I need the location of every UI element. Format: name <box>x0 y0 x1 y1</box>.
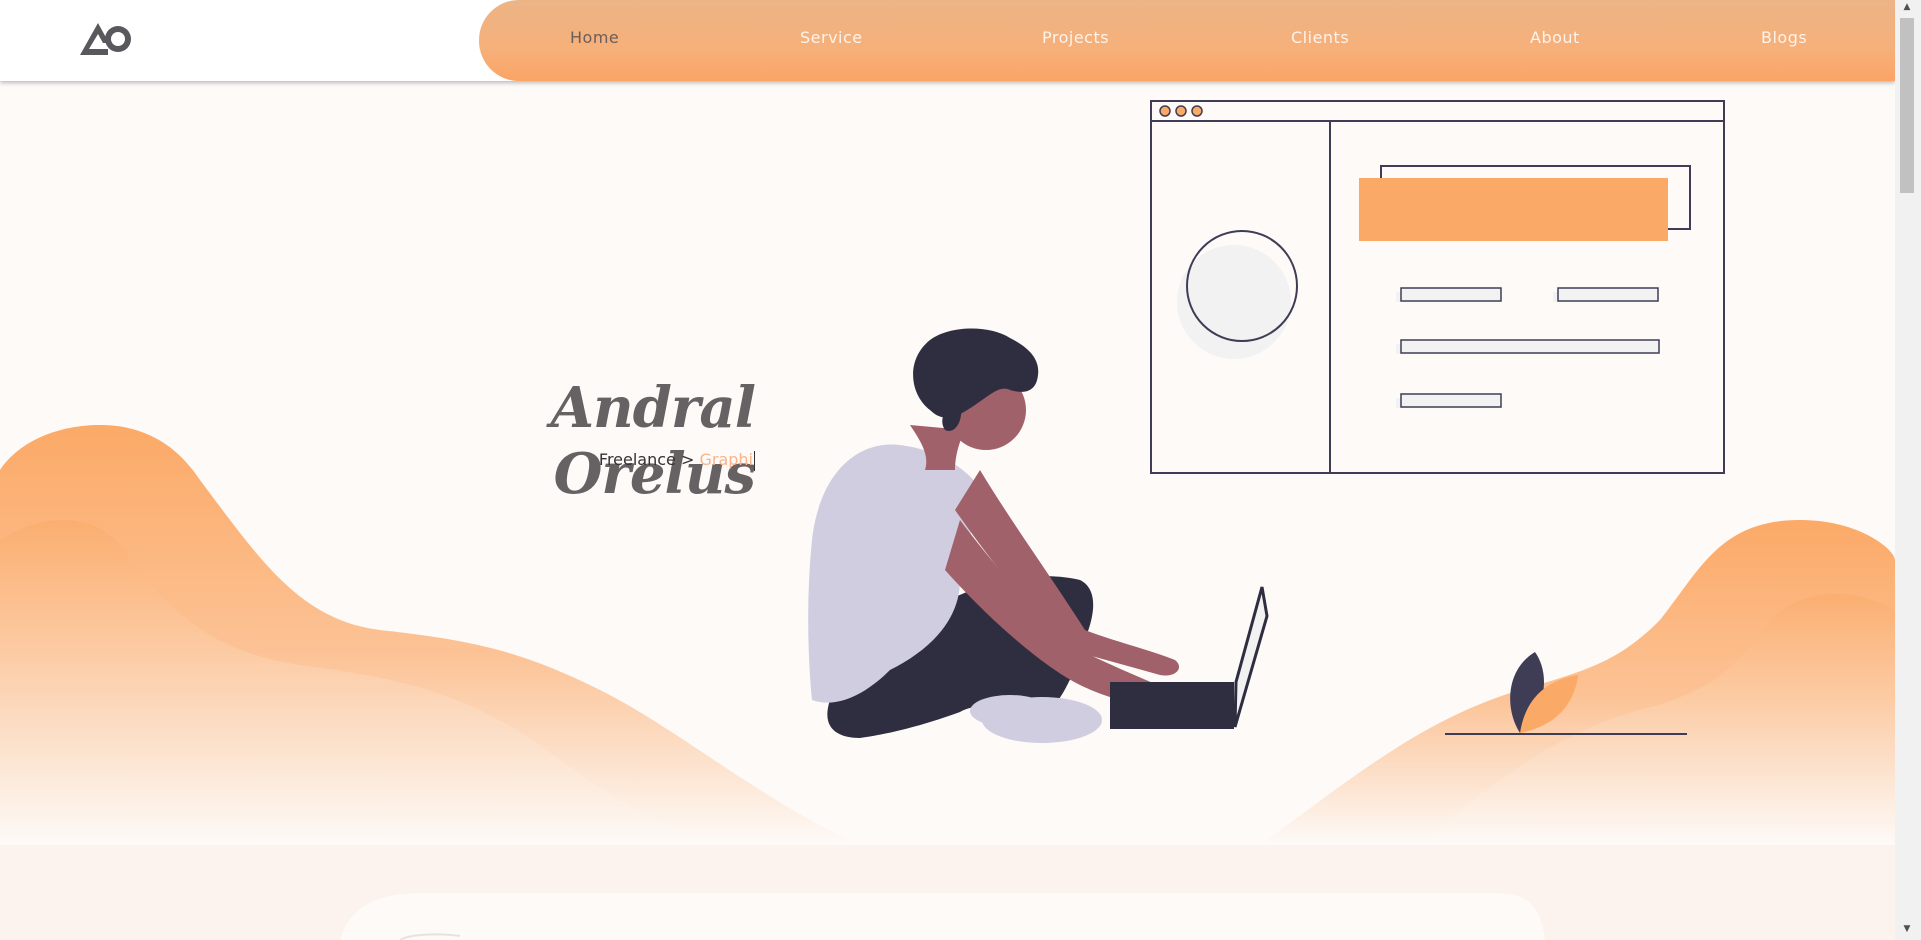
scroll-down-arrow-icon[interactable]: ▼ <box>1900 924 1914 938</box>
nav-about[interactable]: About <box>1530 28 1580 47</box>
nav-projects[interactable]: Projects <box>1042 28 1109 47</box>
nav-blogs[interactable]: Blogs <box>1761 28 1807 47</box>
plant-illustration <box>1445 652 1687 735</box>
hero-illustration <box>808 100 1725 743</box>
nav-bar: Home Service Projects Clients About Blog… <box>479 0 1895 81</box>
scrollbar-thumb[interactable] <box>1900 18 1914 193</box>
browser-window-illustration <box>1150 100 1725 474</box>
nav-home[interactable]: Home <box>570 28 619 47</box>
scroll-up-arrow-icon[interactable]: ▲ <box>1900 2 1914 16</box>
logo-icon[interactable] <box>78 18 138 58</box>
nav-service[interactable]: Service <box>800 28 863 47</box>
site-header: Home Service Projects Clients About Blog… <box>0 0 1895 81</box>
nav-clients[interactable]: Clients <box>1291 28 1349 47</box>
page: Home Service Projects Clients About Blog… <box>0 0 1895 940</box>
